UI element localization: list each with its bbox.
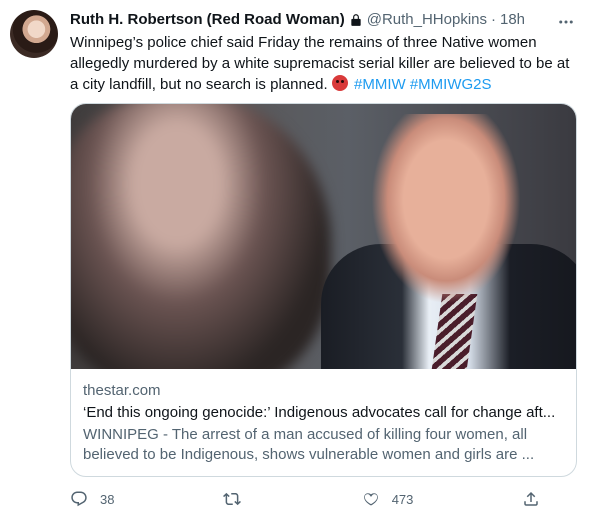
- avatar[interactable]: [10, 10, 58, 58]
- hashtag-mmiwg2s[interactable]: #MMIWG2S: [410, 76, 492, 93]
- lock-icon: [349, 13, 363, 27]
- card-title: ‘End this ongoing genocide:’ Indigenous …: [83, 404, 556, 421]
- share-button[interactable]: [522, 490, 540, 508]
- hashtag-mmiw[interactable]: #MMIW: [354, 76, 406, 93]
- link-card[interactable]: thestar.com ‘End this ongoing genocide:’…: [70, 103, 577, 477]
- card-image-man-face: [371, 114, 521, 304]
- tweet-header: Ruth H. Robertson (Red Road Woman) @Ruth…: [70, 10, 525, 30]
- reply-count: 38: [100, 491, 115, 507]
- tweet-body-text: Winnipeg’s police chief said Friday the …: [70, 34, 570, 93]
- author-handle[interactable]: @Ruth_HHopkins: [367, 10, 487, 30]
- card-image-foreground-person: [71, 104, 331, 369]
- angry-face-emoji-icon: [331, 75, 348, 91]
- share-icon: [522, 490, 540, 508]
- tweet-time[interactable]: 18h: [500, 10, 525, 30]
- like-button[interactable]: 473: [362, 490, 414, 508]
- tweet[interactable]: Ruth H. Robertson (Red Road Woman) @Ruth…: [0, 0, 592, 521]
- more-options-icon[interactable]: [556, 12, 576, 32]
- card-description: WINNIPEG - The arrest of a man accused o…: [83, 426, 535, 463]
- like-count: 473: [391, 491, 414, 507]
- retweet-button[interactable]: [223, 490, 253, 508]
- like-icon: [362, 490, 380, 508]
- tweet-actions: 38 473: [70, 487, 540, 511]
- retweet-icon: [223, 490, 242, 508]
- separator-dot: ·: [491, 11, 496, 28]
- reply-icon: [70, 490, 88, 508]
- card-domain: thestar.com: [83, 382, 161, 399]
- reply-button[interactable]: 38: [70, 490, 114, 508]
- author-name[interactable]: Ruth H. Robertson (Red Road Woman): [70, 10, 345, 30]
- card-image: [71, 104, 576, 369]
- tweet-text: Winnipeg’s police chief said Friday the …: [70, 32, 580, 95]
- card-body: thestar.com ‘End this ongoing genocide:’…: [71, 369, 576, 465]
